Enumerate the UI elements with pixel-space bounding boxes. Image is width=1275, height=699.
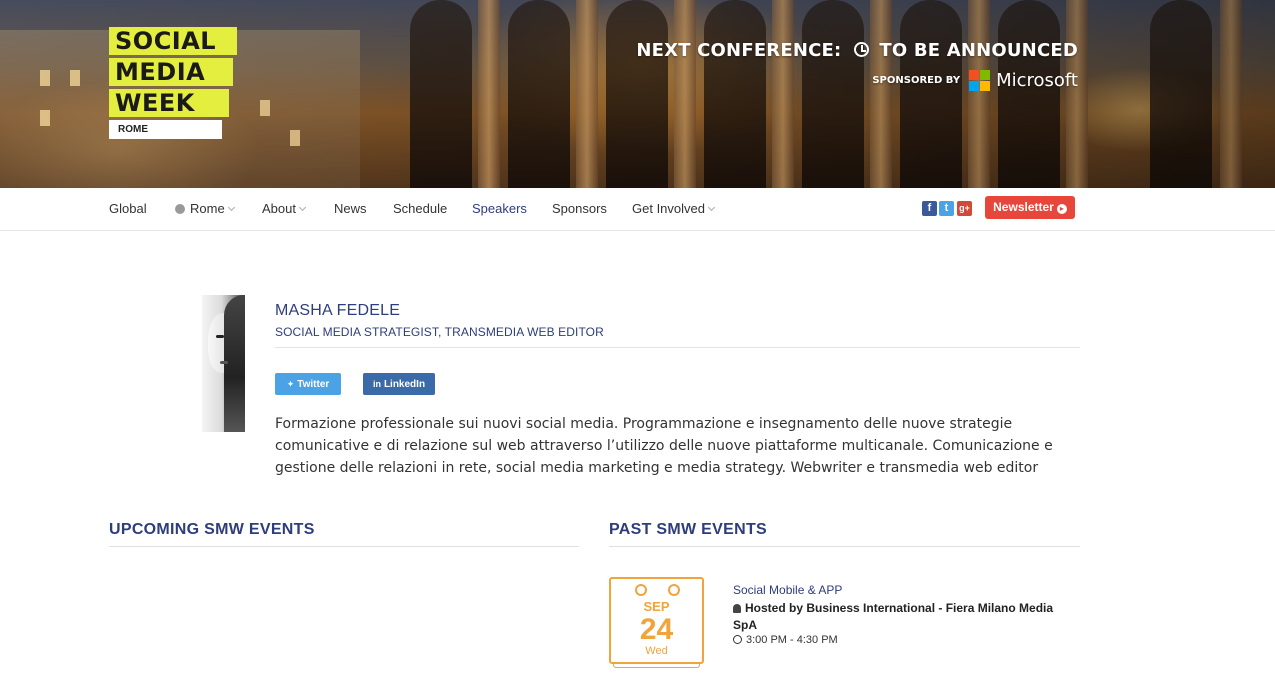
linkedin-button-label: LinkedIn <box>383 379 426 390</box>
speaker-bio: Formazione professionale sui nuovi socia… <box>275 416 1053 476</box>
nav-item-news[interactable]: News <box>334 188 367 230</box>
nav-item-global[interactable]: Global <box>109 188 147 230</box>
linkedin-button[interactable]: in LinkedIn <box>363 373 435 395</box>
twitter-button[interactable]: ✦ Twitter <box>275 373 341 395</box>
past-events-title: PAST SMW EVENTS <box>609 521 767 538</box>
newsletter-label: Newsletter <box>993 200 1054 214</box>
nav-item-get-involved[interactable]: Get Involved <box>632 188 716 230</box>
nav-item-label: Speakers <box>472 201 527 216</box>
next-conference: NEXT CONFERENCE: TO BE ANNOUNCED <box>636 40 1078 61</box>
nav-item-label: Sponsors <box>552 201 607 216</box>
twitter-button-label: Twitter <box>297 379 330 390</box>
event-weekday: Wed <box>645 645 668 657</box>
logo-line-social: SOCIAL <box>109 27 237 55</box>
event-title-link[interactable]: Social Mobile & APP <box>733 583 842 597</box>
nav-item-rome[interactable]: Rome <box>175 188 235 230</box>
divider <box>275 347 1080 348</box>
event-host: Hosted by Business International - Fiera… <box>733 600 1078 634</box>
facebook-icon[interactable]: f <box>922 201 937 216</box>
event-time-text: 3:00 PM - 4:30 PM <box>746 634 838 646</box>
user-icon <box>733 604 741 613</box>
nav-item-label: Rome <box>190 201 225 216</box>
calendar-ring <box>635 584 647 596</box>
event-day: 24 <box>639 613 674 646</box>
clock-icon <box>733 635 742 644</box>
nav-item-label: Get Involved <box>632 201 705 216</box>
nav-item-label: About <box>262 201 296 216</box>
divider <box>109 546 579 547</box>
nav-item-about[interactable]: About <box>262 188 307 230</box>
nav-item-label: Schedule <box>393 201 448 216</box>
globe-icon <box>175 204 185 214</box>
speaker-title: SOCIAL MEDIA STRATEGIST, TRANSMEDIA WEB … <box>275 325 604 339</box>
hero-banner: SOCIAL MEDIA WEEK ROME NEXT CONFERENCE: … <box>0 0 1275 188</box>
upcoming-events-title: UPCOMING SMW EVENTS <box>109 521 315 538</box>
chevron-down-icon <box>227 203 235 212</box>
main-nav: Global Rome About News Schedule Speakers… <box>0 188 1275 231</box>
sponsor-name: Microsoft <box>996 70 1078 91</box>
next-conference-value: TO BE ANNOUNCED <box>879 40 1078 61</box>
nav-item-label: News <box>334 201 367 216</box>
event-host-text: Hosted by Business International - Fiera… <box>733 601 1054 632</box>
smw-logo[interactable]: SOCIAL MEDIA WEEK ROME <box>109 27 239 139</box>
chevron-down-icon <box>298 203 307 212</box>
nav-item-sponsors[interactable]: Sponsors <box>552 188 607 230</box>
nav-item-speakers[interactable]: Speakers <box>472 188 527 230</box>
microsoft-logo-icon <box>969 70 991 91</box>
arrow-right-circle-icon: ▸ <box>1056 204 1067 214</box>
event-time: 3:00 PM - 4:30 PM <box>733 634 838 646</box>
clock-icon <box>853 42 869 57</box>
speaker-name: MASHA FEDELE <box>275 302 401 319</box>
event-date-calendar-icon: SEP 24 Wed <box>609 577 704 668</box>
chevron-down-icon <box>707 203 716 212</box>
twitter-icon: ✦ <box>286 379 295 389</box>
newsletter-button[interactable]: Newsletter ▸ <box>985 196 1075 219</box>
speaker-photo <box>202 295 245 432</box>
sponsored-by-label: SPONSORED BY <box>872 75 961 86</box>
logo-city: ROME <box>109 120 222 139</box>
next-conference-label: NEXT CONFERENCE: <box>636 40 842 61</box>
calendar-ring <box>668 584 680 596</box>
sponsor-block[interactable]: SPONSORED BY Microsoft <box>872 70 1078 91</box>
logo-line-media: MEDIA <box>109 58 233 86</box>
google-plus-icon[interactable]: g+ <box>957 201 972 216</box>
divider <box>609 546 1080 547</box>
nav-item-schedule[interactable]: Schedule <box>393 188 447 230</box>
logo-line-week: WEEK <box>109 89 229 117</box>
nav-item-label: Global <box>109 201 147 216</box>
linkedin-icon: in <box>372 379 381 389</box>
twitter-icon[interactable]: t <box>939 201 954 216</box>
